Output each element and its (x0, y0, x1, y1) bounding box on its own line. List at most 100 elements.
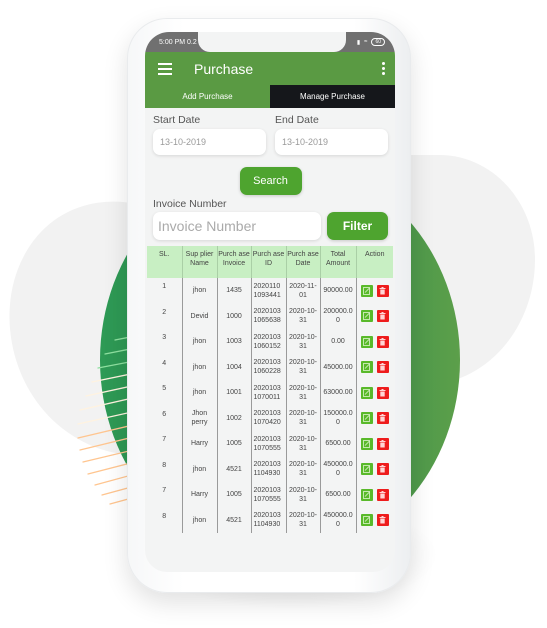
signal-icon: ▮ (356, 39, 361, 46)
edit-icon[interactable] (360, 463, 373, 476)
cell-purchase-id: 2020103 1070555 (250, 482, 286, 508)
tab-add-purchase[interactable]: Add Purchase (145, 85, 270, 108)
filter-form: Start Date 13-10-2019 End Date 13-10-201… (145, 108, 395, 240)
cell-sl: 2 (162, 308, 167, 316)
cell-purchase-id: 2020103 1070011 (250, 380, 286, 406)
cell-date: 2020-10- 31 (285, 380, 320, 406)
header-sl: SL. (147, 246, 182, 278)
edit-icon[interactable] (360, 488, 373, 501)
end-date-label: End Date (275, 114, 319, 126)
edit-icon[interactable] (360, 386, 373, 399)
cell-supplier: Devid (181, 303, 217, 329)
cell-total: 0.00 (319, 329, 356, 355)
page-title: Purchase (194, 60, 254, 77)
cell-total: 450000.0 0 (319, 507, 356, 533)
app-bar: Purchase (145, 52, 395, 85)
cell-supplier: Harry (181, 431, 217, 457)
search-button[interactable]: Search (239, 167, 302, 195)
cell-action (355, 303, 393, 329)
table-row: 1 jhon 1435 2020110 1093441 2020-11- 01 90000… (147, 278, 393, 304)
tab-bar: Add Purchase Manage Purchase (145, 85, 395, 108)
cell-date: 2020-10- 31 (285, 405, 320, 431)
trash-icon[interactable] (376, 310, 389, 323)
cell-total: 200000.0 0 (319, 303, 356, 329)
cell-total: 6500.00 (319, 482, 356, 508)
header-purchase-invoice: Purch ase Invoice (216, 246, 251, 278)
cell-action (355, 380, 393, 406)
cell-invoice: 1004 (216, 354, 251, 380)
cell-supplier: jhon (181, 380, 217, 406)
edit-icon[interactable] (360, 514, 373, 527)
hamburger-menu-icon[interactable] (158, 62, 172, 75)
cell-date: 2020-10- 31 (285, 354, 320, 380)
cell-invoice: 1005 (216, 431, 251, 457)
cell-action (355, 405, 393, 431)
status-time: 5:00 PM 0.2 (159, 38, 197, 46)
cell-sl: 8 (162, 461, 167, 469)
cell-action (355, 482, 393, 508)
edit-icon[interactable] (360, 437, 373, 450)
start-date-label: Start Date (153, 114, 201, 126)
trash-icon[interactable] (376, 361, 389, 374)
cell-supplier: jhon (181, 507, 217, 533)
edit-icon[interactable] (360, 361, 373, 374)
edit-icon[interactable] (360, 412, 373, 425)
header-action: Action (355, 246, 393, 278)
table-header-row: SL. Sup plier Name Purch ase Invoice Pur… (147, 246, 393, 278)
trash-icon[interactable] (376, 437, 389, 450)
cell-date: 2020-10- 31 (285, 507, 320, 533)
trash-icon[interactable] (376, 412, 389, 425)
purchase-table: SL. Sup plier Name Purch ase Invoice Pur… (147, 246, 393, 533)
cell-sl: 7 (162, 436, 167, 443)
cell-total: 63000.00 (319, 380, 356, 406)
cell-sl: 4 (162, 359, 167, 367)
cell-total: 6500.00 (319, 431, 356, 457)
edit-icon[interactable] (360, 335, 373, 348)
cell-total: 90000.00 (319, 278, 356, 304)
edit-icon[interactable] (360, 284, 373, 297)
cell-invoice: 1001 (216, 380, 251, 406)
invoice-number-input[interactable]: Invoice Number (153, 212, 321, 240)
notch (198, 32, 346, 52)
phone-screen: 5:00 PM 0.2 ▮ ≈ 60 Purchase Add Purchase… (145, 32, 395, 572)
trash-icon[interactable] (376, 386, 389, 399)
edit-icon[interactable] (360, 310, 373, 323)
cell-sl: 3 (162, 334, 167, 341)
cell-total: 45000.00 (319, 354, 356, 380)
cell-purchase-id: 2020110 1093441 (250, 278, 286, 304)
cell-invoice: 1003 (216, 329, 251, 355)
trash-icon[interactable] (376, 463, 389, 476)
cell-supplier: Harry (181, 482, 217, 508)
cell-supplier: Jhon perry (181, 405, 217, 431)
cell-purchase-id: 2020103 1070420 (250, 405, 286, 431)
start-date-input[interactable]: 13-10-2019 (153, 129, 266, 155)
cell-action (355, 456, 393, 482)
trash-icon[interactable] (376, 514, 389, 527)
trash-icon[interactable] (376, 488, 389, 501)
header-supplier-name: Sup plier Name (181, 246, 217, 278)
trash-icon[interactable] (376, 284, 389, 297)
filter-button[interactable]: Filter (327, 212, 388, 240)
cell-total: 150000.0 0 (319, 405, 356, 431)
cell-invoice: 1000 (216, 303, 251, 329)
table-row: 6 Jhon perry 1002 2020103 1070420 2020-10- 3… (147, 405, 393, 431)
cell-date: 2020-10- 31 (285, 482, 320, 508)
status-icons: ▮ ≈ 60 (357, 38, 385, 46)
cell-invoice: 1002 (216, 405, 251, 431)
cell-total: 450000.0 0 (319, 456, 356, 482)
cell-supplier: jhon (181, 329, 217, 355)
trash-icon[interactable] (376, 335, 389, 348)
end-date-input[interactable]: 13-10-2019 (275, 129, 388, 155)
more-options-icon[interactable] (382, 62, 385, 75)
cell-invoice: 4521 (216, 507, 251, 533)
cell-date: 2020-10- 31 (285, 456, 320, 482)
status-bar: 5:00 PM 0.2 ▮ ≈ 60 (145, 32, 395, 52)
cell-action (355, 507, 393, 533)
cell-purchase-id: 2020103 1065638 (250, 303, 286, 329)
wifi-icon: ≈ (364, 39, 368, 45)
header-purchase-id: Purch ase ID (250, 246, 286, 278)
tab-manage-purchase[interactable]: Manage Purchase (270, 85, 395, 108)
cell-action (355, 278, 393, 304)
table-row: 5 jhon 1001 2020103 1070011 2020-10- 31 63000… (147, 380, 393, 406)
cell-sl: 7 (162, 487, 167, 494)
